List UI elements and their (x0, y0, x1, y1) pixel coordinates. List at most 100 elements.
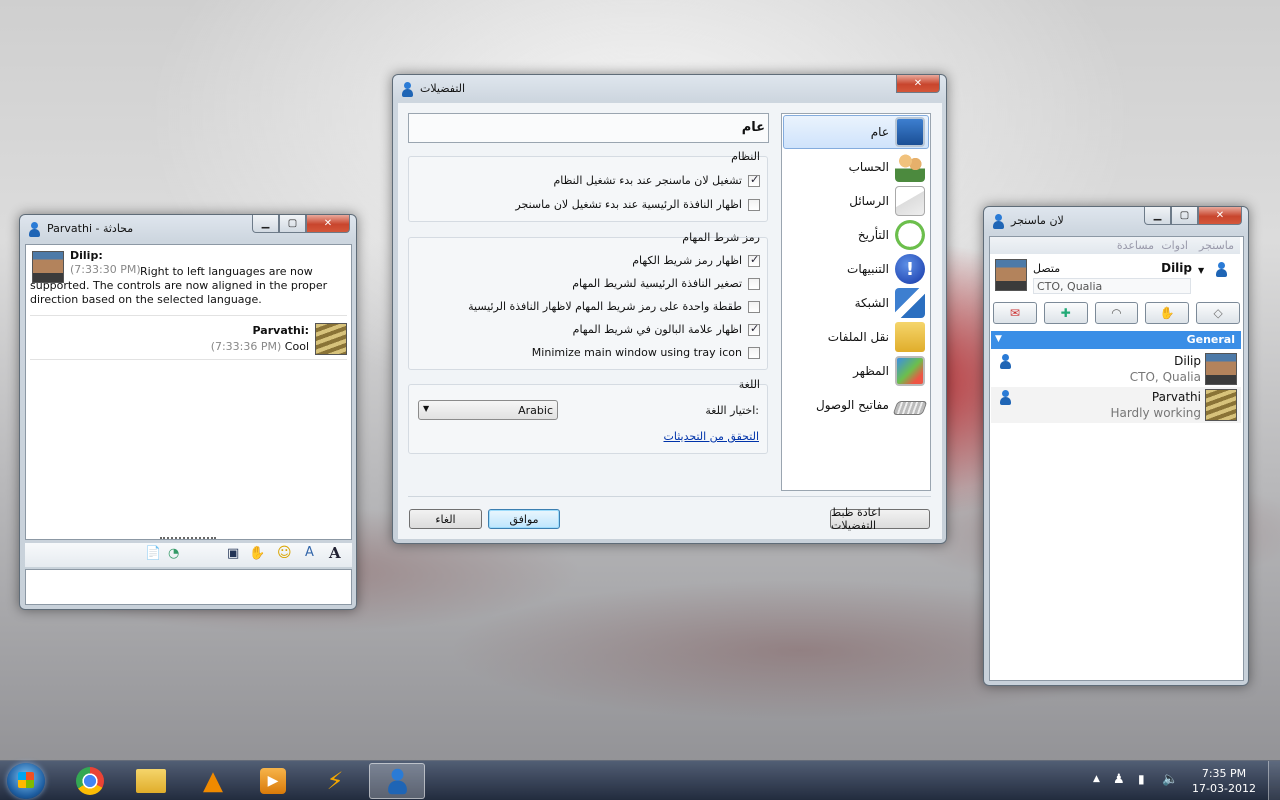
taskbar-lan-messenger[interactable] (369, 763, 425, 799)
checkbox[interactable] (748, 173, 760, 187)
link-button[interactable]: ◇ (1196, 302, 1240, 324)
checkbox[interactable] (748, 346, 760, 359)
close-button[interactable]: ✕ (306, 215, 350, 233)
file-button[interactable]: ✋ (1145, 302, 1190, 324)
chat-titlebar[interactable]: Parvathi - محادثة ▁ ▢ ✕ (20, 215, 356, 243)
messenger-icon (28, 222, 41, 237)
nav-item-general[interactable]: عام (783, 115, 929, 149)
preferences-title: التفضيلات (420, 82, 466, 95)
message-1: Dilip: (7:33:30 PM) Right to left langua… (30, 249, 348, 306)
font-color-icon[interactable]: A (305, 545, 314, 560)
contact-item[interactable]: Dilip CTO, Qualia (991, 351, 1241, 387)
nav-item-account[interactable]: الحساب (783, 150, 929, 184)
messenger-icon (992, 214, 1005, 229)
taskbar-vlc[interactable]: ▲ (185, 763, 241, 799)
reset-preferences-button[interactable]: اعادة ظبط التفضيلات (830, 506, 930, 532)
nav-label: التأريخ (857, 228, 889, 242)
check-updates-link[interactable]: التحقق من التحديثات (600, 430, 759, 443)
option-label: اظهار علامة البالون في شريط المهام (572, 323, 742, 336)
main-titlebar[interactable]: لان ماسنجر ▁ ▢ ✕ (984, 207, 1248, 235)
checkbox[interactable] (748, 300, 760, 313)
message-text: Right to left languages are now supporte… (30, 265, 328, 306)
menu-help[interactable]: مساعدة (1117, 239, 1154, 252)
nav-item-file-transfer[interactable]: نقل الملفات (783, 320, 929, 354)
nav-item-network[interactable]: الشبكة (783, 286, 929, 320)
minimize-button[interactable]: ▁ (252, 215, 279, 233)
user-note-field[interactable]: CTO, Qualia (1033, 278, 1191, 294)
send-file-icon[interactable]: 📄 (145, 546, 161, 561)
contact-item[interactable]: Parvathi Hardly working (991, 387, 1241, 423)
user-avatar[interactable] (995, 259, 1027, 291)
group-header-general[interactable]: ▼ General (991, 331, 1241, 349)
option-show-balloon[interactable]: اظهار علامة البالون في شريط المهام (420, 322, 760, 336)
nav-item-appearance[interactable]: المظهر (783, 354, 929, 388)
font-icon[interactable]: A (329, 544, 341, 562)
checkbox[interactable] (748, 277, 760, 290)
taskbar-chrome[interactable] (62, 763, 118, 799)
smiley-icon[interactable]: ☺ (277, 545, 292, 561)
show-hidden-icons[interactable]: ▲ (1093, 774, 1100, 784)
taskbar-winamp[interactable]: ⚡ (307, 763, 363, 799)
message-input[interactable] (25, 569, 352, 605)
network-icon[interactable]: ▮ (1138, 772, 1145, 786)
menu-messenger[interactable]: ماسنجر (1199, 239, 1234, 252)
contact-avatar (1205, 389, 1237, 421)
show-desktop-button[interactable] (1268, 761, 1280, 800)
ok-button[interactable]: موافق (488, 509, 560, 529)
taskbar-media-player[interactable]: ▶ (245, 763, 301, 799)
preferences-titlebar[interactable]: التفضيلات ✕ (393, 75, 946, 103)
rss-icon: ◠ (1111, 306, 1122, 320)
start-button[interactable] (7, 763, 45, 799)
option-single-click-tray[interactable]: طقطة واحدة على رمز شريط المهام لاظهار ال… (420, 300, 760, 313)
windows-icon (18, 772, 34, 788)
close-button[interactable]: ✕ (1198, 207, 1242, 225)
add-user-button[interactable]: ✚ (1043, 302, 1088, 324)
close-button[interactable]: ✕ (896, 75, 940, 93)
checkbox[interactable] (748, 253, 760, 267)
checkbox[interactable] (748, 322, 760, 336)
option-start-on-boot[interactable]: تشغيل لان ماسنجر عند بدء تشغيل النظام (420, 173, 760, 187)
attach-icon[interactable]: ✋ (249, 546, 265, 561)
maximize-button[interactable]: ▢ (279, 215, 306, 233)
chevron-down-icon: ▼ (423, 404, 430, 413)
save-icon[interactable]: ▣ (227, 546, 239, 561)
nav-item-history[interactable]: التأريخ (783, 218, 929, 252)
checkbox[interactable] (748, 198, 760, 211)
network-icon (895, 288, 925, 318)
minimize-button[interactable]: ▁ (1144, 207, 1171, 225)
status-dropdown-icon[interactable]: ▼ (1198, 266, 1204, 275)
eraser-icon: ◇ (1213, 306, 1223, 320)
main-toolbar: ✉ ✚ ◠ ✋ ◇ (993, 302, 1240, 326)
message-sender: Parvathi: (252, 324, 309, 337)
option-minimize-to-tray[interactable]: تصغير النافذة الرئيسية لشريط المهام (420, 277, 760, 290)
option-show-main-window[interactable]: اظهار النافذة الرئيسية عند بدء تشغيل لان… (420, 198, 760, 211)
maximize-button[interactable]: ▢ (1171, 207, 1198, 225)
user-status[interactable]: متصل (1033, 262, 1060, 275)
history-icon[interactable]: ◔ (168, 546, 179, 561)
nav-item-messages[interactable]: الرسائل (783, 184, 929, 218)
media-player-icon: ▶ (260, 768, 286, 794)
menu-tools[interactable]: ادوات (1161, 239, 1188, 252)
taskbar-explorer[interactable] (123, 763, 179, 799)
nav-item-alerts[interactable]: التنبيهات! (783, 252, 929, 286)
nav-label: الشبكة (854, 296, 889, 310)
tray-messenger-icon[interactable]: ♟ (1113, 772, 1125, 787)
cancel-button[interactable]: الغاء (409, 509, 482, 529)
broadcast-button[interactable]: ✉ (993, 302, 1037, 324)
splitter-handle[interactable] (160, 537, 216, 541)
rss-button[interactable]: ◠ (1094, 302, 1139, 324)
option-show-tray-icon[interactable]: اظهار رمز شريط الكهام (420, 253, 760, 267)
option-minimize-tray-icon[interactable]: Minimize main window using tray icon (420, 346, 760, 359)
separator (30, 315, 347, 316)
chat-toolbar: 📄 ◔ ▣ ✋ ☺ A A (25, 543, 352, 567)
option-label: طقطة واحدة على رمز شريط المهام لاظهار ال… (468, 300, 742, 313)
language-select[interactable]: ▼ Arabic (418, 400, 558, 420)
clock[interactable]: 7:35 PM 17-03-2012 (1186, 766, 1262, 796)
volume-icon[interactable]: 🔈 (1162, 772, 1178, 787)
chat-history[interactable]: Dilip: (7:33:30 PM) Right to left langua… (25, 244, 352, 540)
broadcast-icon: ✉ (1009, 306, 1020, 320)
messenger-icon (386, 768, 408, 794)
group-name: General (1186, 333, 1235, 346)
nav-item-shortcuts[interactable]: مفاتيح الوصول (783, 388, 929, 422)
taskbar: ▲ ▶ ⚡ ▲ ♟ ▮ 🔈 7:35 PM 17-03-2012 (0, 760, 1280, 800)
